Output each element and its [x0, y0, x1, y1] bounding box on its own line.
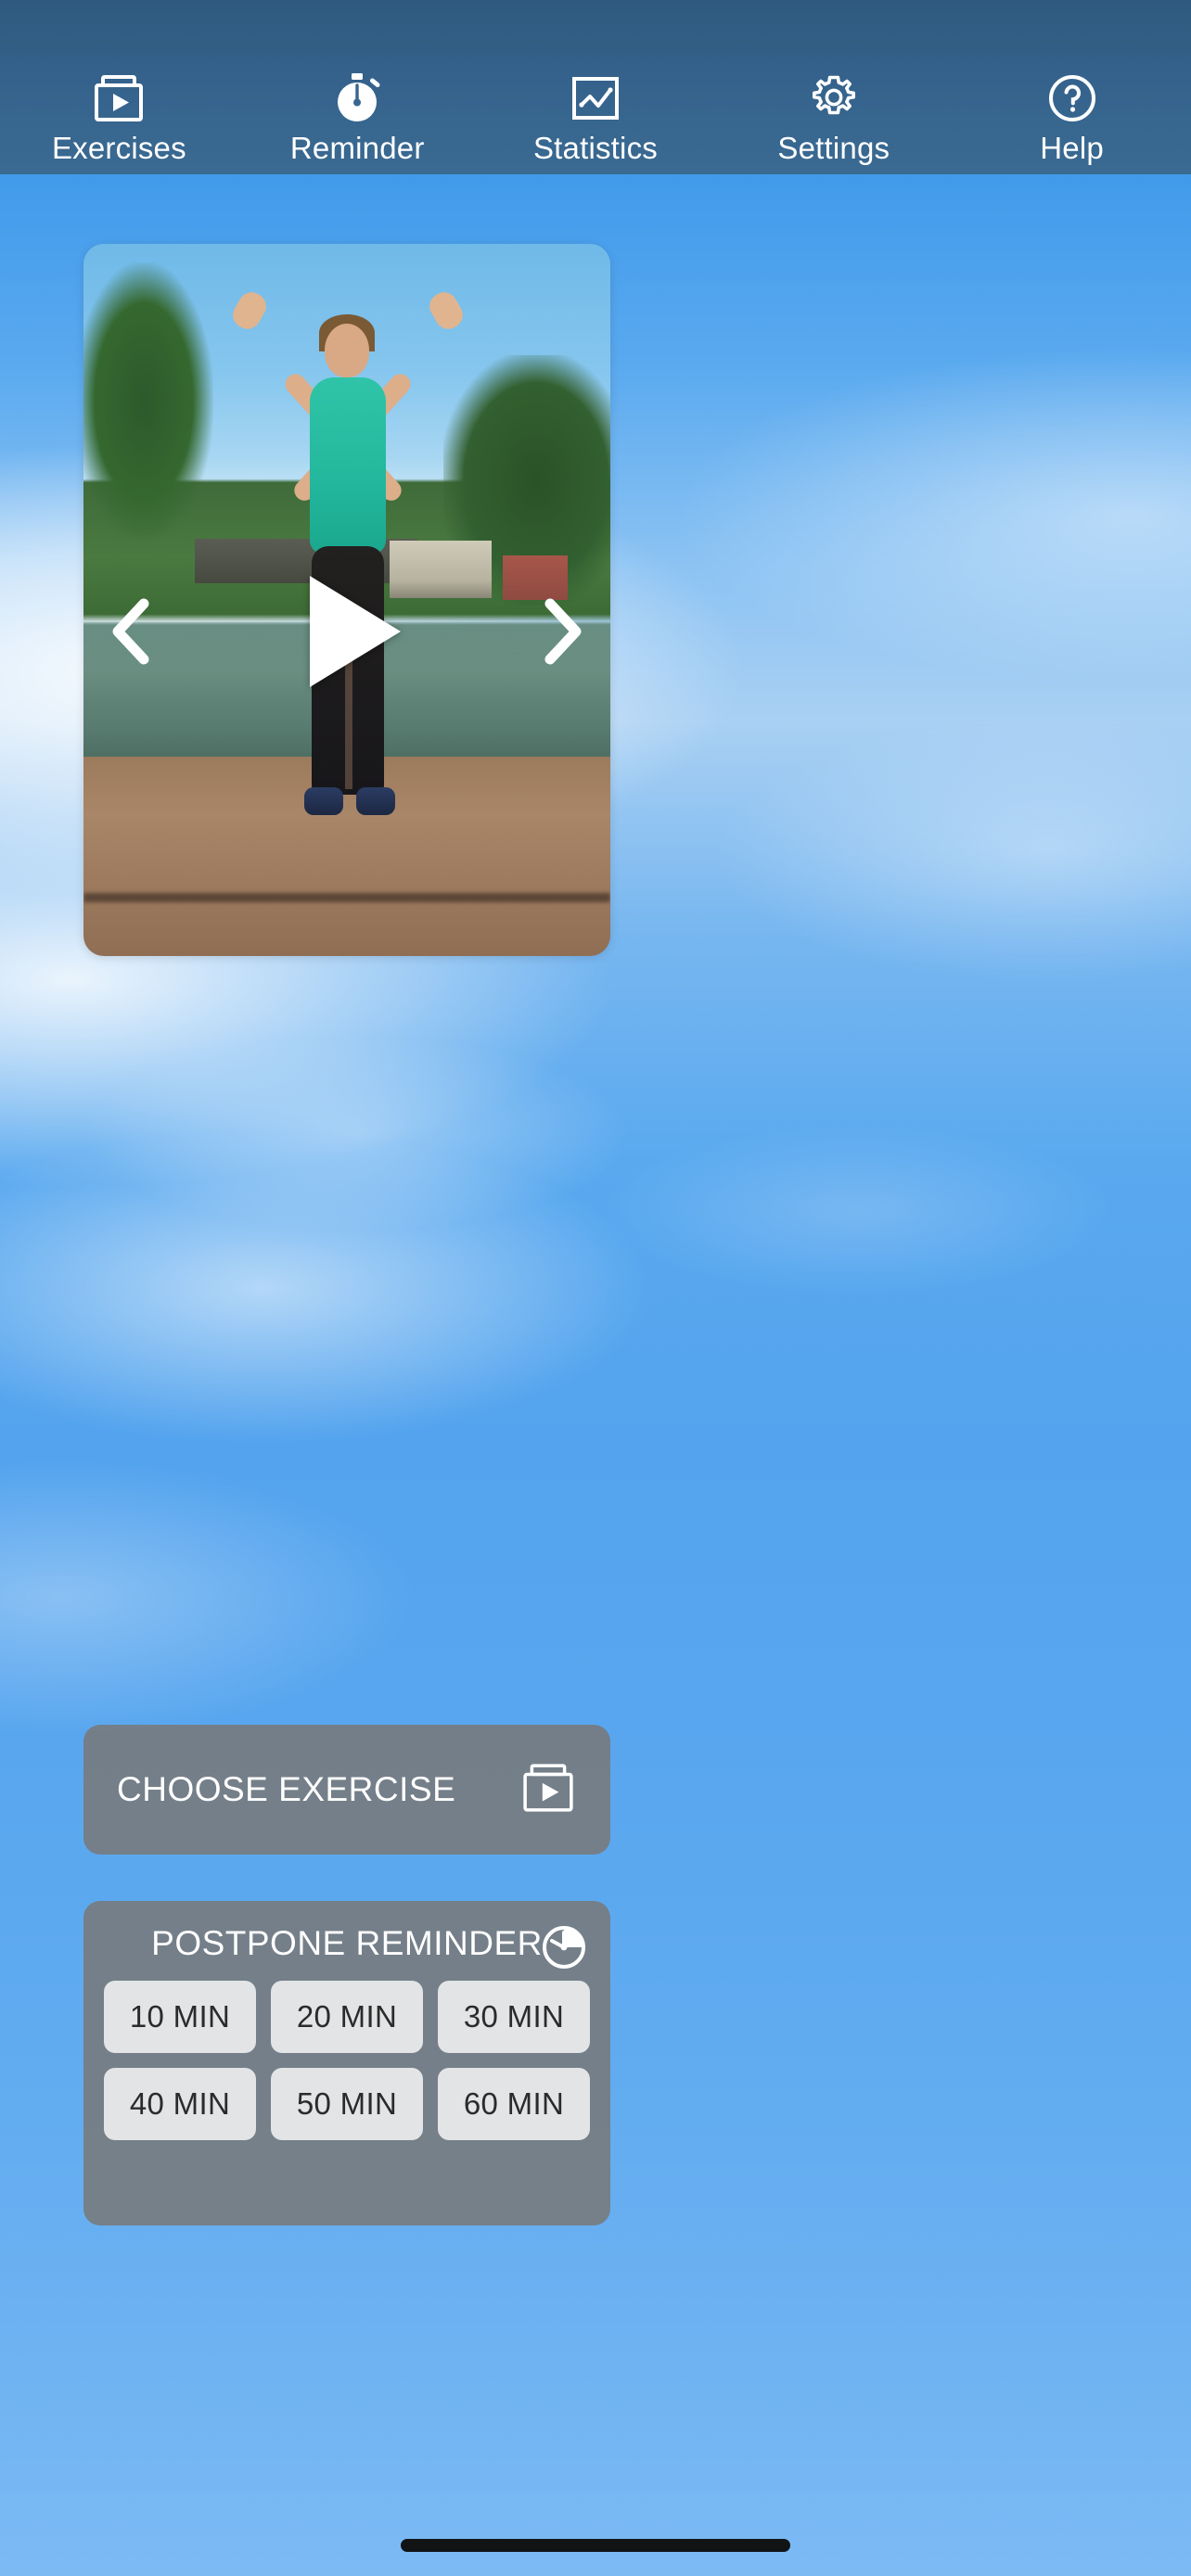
nav-item-reminder[interactable]: Reminder	[260, 57, 455, 174]
top-navigation-bar: Exercises Reminder Statistics Settings H…	[0, 57, 1191, 174]
postpone-option-50-min[interactable]: 50 MIN	[271, 2068, 423, 2140]
previous-exercise-button[interactable]	[104, 596, 160, 667]
stopwatch-icon	[327, 70, 387, 126]
play-icon	[310, 576, 401, 687]
next-exercise-button[interactable]	[534, 596, 590, 667]
postpone-option-20-min[interactable]: 20 MIN	[271, 1981, 423, 2053]
postpone-option-40-min[interactable]: 40 MIN	[104, 2068, 256, 2140]
postpone-reminder-header: POSTPONE REMINDER	[104, 1918, 590, 1970]
status-bar	[0, 0, 1191, 57]
nav-item-statistics[interactable]: Statistics	[498, 57, 693, 174]
postpone-reminder-panel: POSTPONE REMINDER 10 MIN 20 MIN 30 MIN 4…	[83, 1901, 610, 2225]
clock-icon	[540, 1923, 588, 1976]
nav-label-reminder: Reminder	[289, 131, 425, 165]
nav-label-statistics: Statistics	[532, 131, 658, 165]
postpone-option-10-min[interactable]: 10 MIN	[104, 1981, 256, 2053]
play-button[interactable]	[287, 571, 407, 692]
postpone-option-60-min[interactable]: 60 MIN	[438, 2068, 590, 2140]
nav-label-help: Help	[1040, 131, 1104, 165]
question-circle-icon	[1043, 70, 1102, 126]
postpone-reminder-title: POSTPONE REMINDER	[151, 1924, 543, 1962]
nav-item-help[interactable]: Help	[975, 57, 1170, 174]
exercise-card-overlay: BALANCE 3 NUMBER OF EXERCISES 1 2 3 4 5 …	[83, 244, 610, 956]
choose-exercise-label: CHOOSE EXERCISE	[117, 1770, 456, 1808]
choose-exercise-button[interactable]: CHOOSE EXERCISE	[83, 1725, 610, 1855]
exercise-video-card[interactable]: BALANCE 3 NUMBER OF EXERCISES 1 2 3 4 5 …	[83, 244, 610, 956]
home-indicator[interactable]	[401, 2539, 790, 2552]
video-library-icon	[519, 1762, 577, 1818]
line-chart-icon	[566, 70, 625, 126]
nav-item-exercises[interactable]: Exercises	[21, 57, 216, 174]
nav-item-settings[interactable]: Settings	[736, 57, 931, 174]
gear-icon	[804, 70, 864, 126]
nav-label-settings: Settings	[777, 131, 890, 165]
postpone-options-grid: 10 MIN 20 MIN 30 MIN 40 MIN 50 MIN 60 MI…	[104, 1981, 590, 2140]
nav-label-exercises: Exercises	[51, 131, 186, 165]
video-library-icon	[89, 70, 148, 126]
postpone-option-30-min[interactable]: 30 MIN	[438, 1981, 590, 2053]
